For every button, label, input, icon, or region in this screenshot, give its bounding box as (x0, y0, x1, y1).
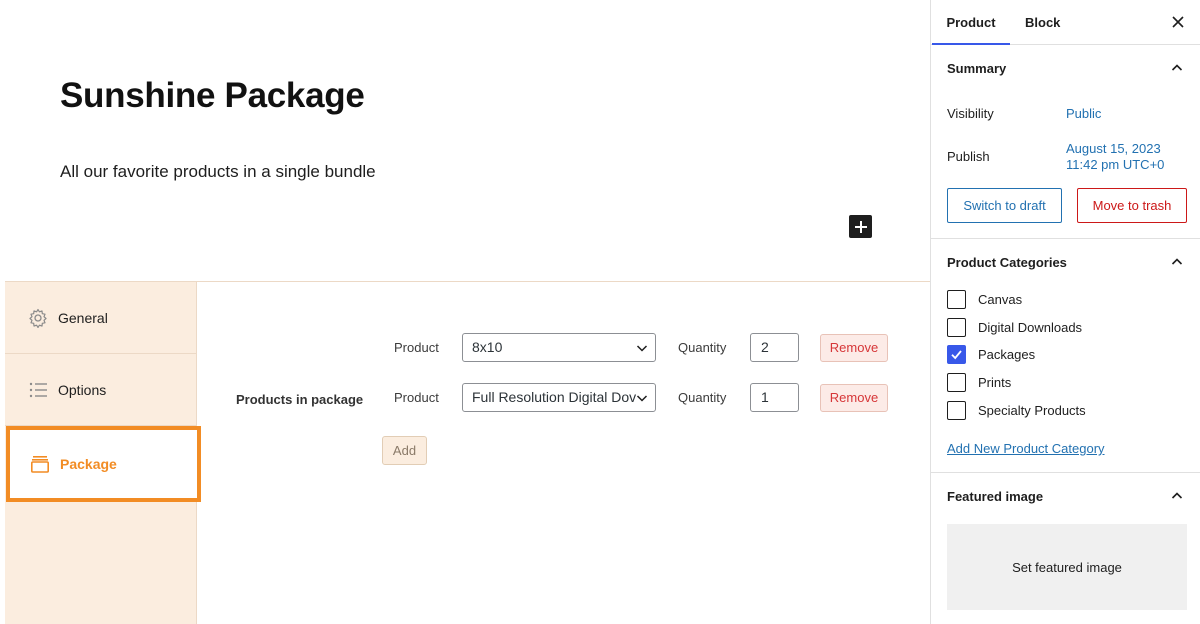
category-specialty-products[interactable]: Specialty Products (947, 401, 1086, 420)
close-icon[interactable] (1170, 14, 1186, 30)
list-icon (28, 380, 48, 400)
tab-package[interactable]: Package (6, 426, 201, 502)
publish-time: 11:42 pm UTC+0 (1066, 157, 1165, 172)
category-prints[interactable]: Prints (947, 373, 1011, 392)
tab-product[interactable]: Product (932, 0, 1010, 45)
products-in-package-label: Products in package (236, 392, 364, 407)
product-select[interactable]: 8x10 (462, 333, 656, 362)
quantity-input[interactable]: 2 (750, 333, 799, 362)
tab-options-label: Options (58, 381, 107, 398)
category-label: Canvas (978, 292, 1023, 307)
featured-image-title: Featured image (947, 488, 1044, 504)
set-featured-image-button[interactable]: Set featured image (947, 524, 1187, 610)
publish-date-link[interactable]: August 15, 2023 11:42 pm UTC+0 (1066, 141, 1164, 173)
tab-package-label: Package (60, 456, 117, 472)
chevron-down-icon (636, 345, 648, 352)
quantity-label: Quantity (678, 340, 727, 355)
tab-block[interactable]: Block (1025, 0, 1060, 45)
featured-image-header[interactable]: Featured image (931, 473, 1200, 519)
category-canvas[interactable]: Canvas (947, 290, 1022, 309)
remove-button[interactable]: Remove (820, 384, 888, 412)
product-categories-title: Product Categories (947, 254, 1067, 270)
category-label: Prints (978, 375, 1012, 390)
category-checkbox[interactable] (947, 401, 966, 420)
plus-icon (854, 220, 867, 233)
quantity-input[interactable]: 1 (750, 383, 799, 412)
post-description[interactable]: All our favorite products in a single bu… (60, 162, 376, 182)
category-checkbox[interactable] (947, 318, 966, 337)
switch-to-draft-button[interactable]: Switch to draft (947, 188, 1062, 223)
product-select-value: Full Resolution Digital Dov (472, 389, 637, 405)
category-packages[interactable]: Packages (947, 345, 1035, 364)
category-checkbox[interactable] (947, 345, 966, 364)
tab-general[interactable]: General (5, 282, 197, 354)
category-checkbox[interactable] (947, 290, 966, 309)
category-label: Digital Downloads (978, 320, 1083, 335)
gear-icon (28, 308, 48, 328)
category-label: Packages (978, 347, 1036, 362)
chevron-up-icon (1171, 492, 1183, 499)
move-to-trash-button[interactable]: Move to trash (1077, 188, 1187, 223)
settings-sidebar: Product Block Summary Visibility Public … (930, 0, 1200, 624)
product-meta-panel: General Options Package Products in pack… (5, 281, 930, 624)
quantity-label: Quantity (678, 390, 727, 405)
visibility-label: Visibility (947, 106, 994, 121)
publish-date: August 15, 2023 (1066, 141, 1161, 156)
block-inserter-button[interactable] (849, 215, 872, 238)
chevron-down-icon (636, 395, 648, 402)
add-new-category-link[interactable]: Add New Product Category (947, 441, 1105, 456)
visibility-value[interactable]: Public (1066, 106, 1101, 122)
category-checkbox[interactable] (947, 373, 966, 392)
summary-panel-header[interactable]: Summary (931, 45, 1200, 91)
remove-button[interactable]: Remove (820, 334, 888, 362)
summary-title: Summary (947, 60, 1007, 76)
product-label: Product (394, 390, 439, 405)
product-categories-header[interactable]: Product Categories (931, 239, 1200, 285)
meta-tabs: General Options Package (5, 282, 201, 624)
tab-options[interactable]: Options (5, 354, 197, 426)
product-select-value: 8x10 (472, 339, 503, 355)
publish-label: Publish (947, 149, 990, 164)
post-title[interactable]: Sunshine Package (60, 76, 365, 116)
product-label: Product (394, 340, 439, 355)
category-label: Specialty Products (978, 403, 1086, 418)
chevron-up-icon (1171, 258, 1183, 265)
add-product-button[interactable]: Add (382, 436, 427, 465)
chevron-up-icon (1171, 64, 1183, 71)
set-featured-image-label: Set featured image (1012, 559, 1122, 575)
editor-canvas: Sunshine Package All our favorite produc… (0, 0, 930, 624)
tab-general-label: General (58, 309, 108, 326)
package-icon (30, 454, 50, 474)
sidebar-tabs: Product Block (931, 0, 1200, 45)
checkmark-icon (951, 350, 962, 360)
category-digital-downloads[interactable]: Digital Downloads (947, 318, 1082, 337)
product-select[interactable]: Full Resolution Digital Dov (462, 383, 656, 412)
